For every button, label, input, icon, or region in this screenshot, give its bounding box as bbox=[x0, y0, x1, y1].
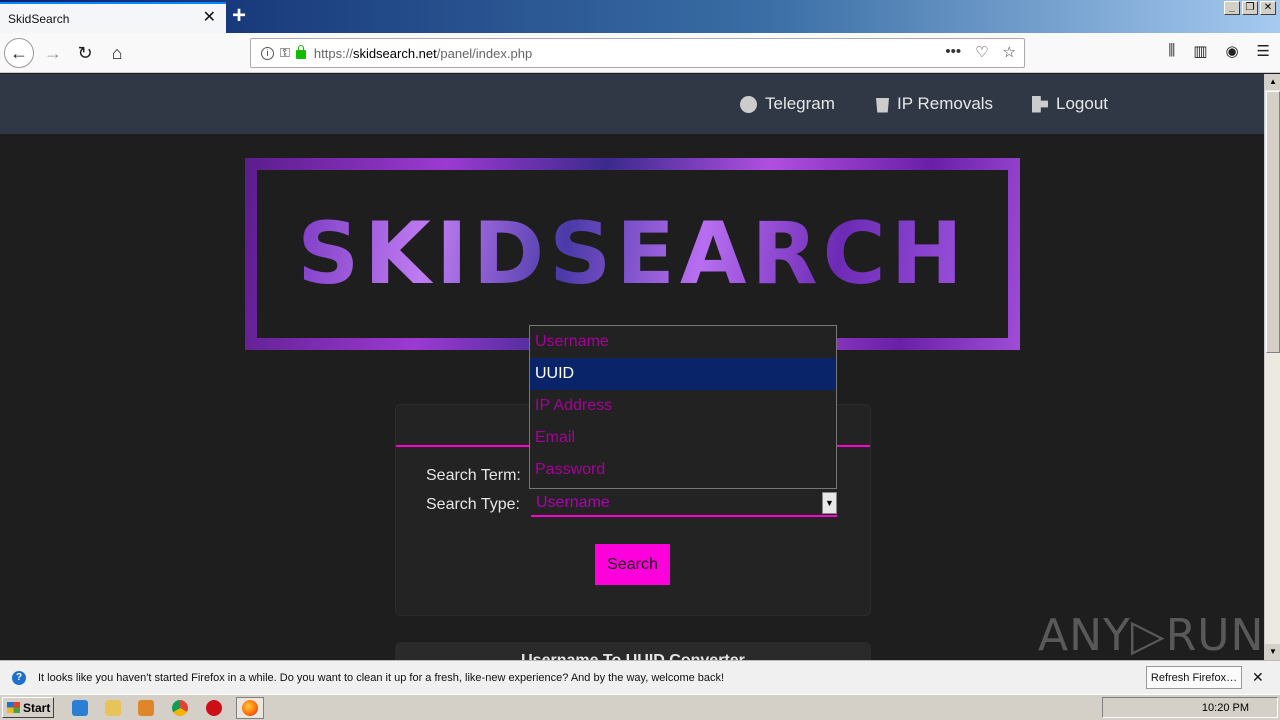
ie-icon[interactable] bbox=[72, 700, 88, 716]
search-type-select[interactable]: Username ▼ bbox=[531, 491, 837, 517]
nav-logout[interactable]: Logout bbox=[1032, 94, 1108, 114]
start-label: Start bbox=[23, 700, 51, 715]
nav-logout-label: Logout bbox=[1056, 94, 1108, 113]
menu-icon[interactable]: ☰ bbox=[1257, 42, 1270, 60]
telegram-icon bbox=[740, 95, 757, 113]
opera-icon[interactable] bbox=[206, 700, 222, 716]
page-scrollbar[interactable]: ▲ ▼ bbox=[1264, 74, 1280, 660]
site-banner: SKIDSEARCH bbox=[245, 158, 1020, 350]
start-button[interactable]: Start bbox=[2, 697, 54, 718]
firefox-notification-bar: ? It looks like you haven't started Fire… bbox=[0, 660, 1280, 694]
scroll-up-icon[interactable]: ▲ bbox=[1265, 74, 1280, 90]
close-tab-icon[interactable]: ✕ bbox=[203, 10, 216, 26]
option-ip-address[interactable]: IP Address bbox=[530, 390, 836, 422]
page-actions-icon[interactable]: ••• bbox=[945, 43, 961, 61]
refresh-firefox-button[interactable]: Refresh Firefox… bbox=[1146, 666, 1242, 689]
info-icon[interactable]: i bbox=[261, 46, 274, 60]
web-page: Telegram IP Removals Logout SKIDSEARCH S… bbox=[0, 74, 1264, 660]
close-window-icon[interactable]: ✕ bbox=[1260, 1, 1276, 15]
windows-logo-icon bbox=[7, 702, 20, 713]
browser-titlebar: SkidSearch ✕ + _ ❐ ✕ bbox=[0, 0, 1280, 33]
windows-taskbar: Start 10:20 PM bbox=[0, 694, 1280, 720]
back-arrow-icon[interactable]: ← bbox=[4, 38, 34, 68]
minimize-icon[interactable]: _ bbox=[1224, 1, 1240, 15]
scrollbar-thumb[interactable] bbox=[1266, 91, 1280, 353]
account-icon[interactable]: ◉ bbox=[1225, 42, 1238, 60]
close-notification-icon[interactable]: ✕ bbox=[1252, 669, 1264, 686]
url-host: skidsearch.net bbox=[352, 45, 437, 61]
restore-icon[interactable]: ❐ bbox=[1242, 1, 1258, 15]
search-button[interactable]: Search bbox=[595, 544, 670, 585]
nav-ip-removals-label: IP Removals bbox=[897, 94, 994, 113]
forward-arrow-icon[interactable]: → bbox=[38, 38, 68, 68]
option-uuid[interactable]: UUID bbox=[530, 358, 836, 390]
chrome-icon[interactable] bbox=[172, 700, 188, 716]
tab-title: SkidSearch bbox=[8, 11, 70, 26]
media-player-icon[interactable] bbox=[138, 700, 154, 716]
option-username[interactable]: Username bbox=[530, 326, 836, 358]
banner-title: SKIDSEARCH bbox=[297, 204, 968, 304]
browser-tab[interactable]: SkidSearch ✕ bbox=[0, 2, 226, 33]
browser-toolbar: ← → ↻ ⌂ i ⚿ https://skidsearch.net/panel… bbox=[0, 33, 1280, 73]
anyrun-watermark: ANY▷RUN bbox=[1038, 610, 1264, 660]
reload-icon[interactable]: ↻ bbox=[70, 38, 100, 68]
logout-icon bbox=[1032, 95, 1048, 113]
lock-icon[interactable] bbox=[295, 44, 306, 59]
chevron-down-icon[interactable]: ▼ bbox=[822, 492, 837, 514]
converter-title: Username To UUID Converter bbox=[395, 652, 871, 660]
clock[interactable]: 10:20 PM bbox=[1202, 702, 1249, 714]
home-icon[interactable]: ⌂ bbox=[102, 38, 132, 68]
notification-text: It looks like you haven't started Firefo… bbox=[38, 671, 725, 684]
new-tab-button[interactable]: + bbox=[232, 4, 246, 28]
option-password[interactable]: Password bbox=[530, 454, 836, 486]
site-navbar: Telegram IP Removals Logout bbox=[0, 74, 1264, 134]
bookmark-star-icon[interactable]: ☆ bbox=[1003, 43, 1016, 61]
key-icon[interactable]: ⚿ bbox=[280, 45, 290, 61]
scroll-down-icon[interactable]: ▼ bbox=[1265, 644, 1280, 660]
nav-ip-removals[interactable]: IP Removals bbox=[876, 94, 993, 114]
search-type-label: Search Type: bbox=[426, 496, 520, 513]
nav-telegram-label: Telegram bbox=[765, 94, 835, 113]
converter-card: Username To UUID Converter bbox=[395, 642, 871, 660]
sidebar-icon[interactable]: ▥ bbox=[1193, 42, 1207, 60]
url-path: /panel/index.php bbox=[436, 45, 533, 61]
system-tray: 10:20 PM bbox=[1102, 697, 1278, 718]
firefox-taskbar-button[interactable] bbox=[236, 697, 264, 719]
explorer-folder-icon[interactable] bbox=[105, 700, 121, 716]
address-bar[interactable]: i ⚿ https://skidsearch.net/panel/index.p… bbox=[250, 38, 1025, 68]
question-icon: ? bbox=[12, 670, 26, 685]
library-icon[interactable]: ⫼ bbox=[1168, 42, 1175, 60]
pocket-icon[interactable]: ♡ bbox=[975, 43, 988, 61]
window-controls: _ ❐ ✕ bbox=[1224, 1, 1276, 15]
search-term-label: Search Term: bbox=[426, 467, 521, 484]
url-prefix: https:// bbox=[313, 45, 353, 61]
option-email[interactable]: Email bbox=[530, 422, 836, 454]
search-type-dropdown[interactable]: Username UUID IP Address Email Password bbox=[529, 325, 837, 489]
search-type-value: Username bbox=[536, 494, 610, 511]
trash-icon bbox=[876, 98, 889, 113]
firefox-icon bbox=[242, 700, 258, 716]
nav-telegram[interactable]: Telegram bbox=[740, 94, 835, 114]
